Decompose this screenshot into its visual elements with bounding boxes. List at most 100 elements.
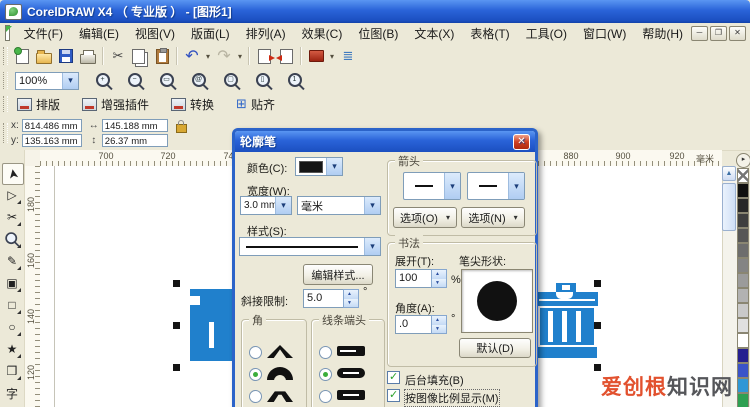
spin-down-icon[interactable]: [432, 324, 446, 333]
behind-fill-checkbox[interactable]: [387, 370, 400, 384]
toolbar-gripper[interactable]: [3, 72, 8, 89]
menu-item-4[interactable]: 排列(A): [238, 23, 294, 44]
color-swatch[interactable]: [737, 243, 749, 258]
convert-button[interactable]: 转换: [165, 94, 220, 115]
color-swatch[interactable]: [737, 273, 749, 288]
trash-can-object[interactable]: [536, 283, 598, 370]
paste-icon[interactable]: [151, 45, 173, 67]
lock-ratio-icon[interactable]: [175, 120, 187, 133]
scale-with-image-checkbox[interactable]: [387, 388, 400, 402]
color-swatch[interactable]: [737, 258, 749, 273]
restore-button[interactable]: ❐: [710, 25, 727, 41]
menu-item-0[interactable]: 文件(F): [16, 23, 71, 44]
menu-item-1[interactable]: 编辑(E): [71, 23, 127, 44]
color-swatch[interactable]: [737, 213, 749, 228]
export-icon[interactable]: [275, 45, 297, 67]
no-color-swatch[interactable]: [737, 168, 749, 183]
snap-button[interactable]: 贴齐: [230, 94, 281, 115]
chevron-down-icon[interactable]: [275, 197, 291, 214]
menu-item-11[interactable]: 帮助(H): [634, 23, 691, 44]
object-height-input[interactable]: 26.37 mm: [101, 134, 168, 147]
outline-color-combo[interactable]: [295, 157, 343, 176]
spin-up-icon[interactable]: [344, 290, 358, 299]
cap-round-radio[interactable]: [319, 368, 332, 381]
rectangle-tool[interactable]: □: [2, 295, 22, 315]
stretch-spinner[interactable]: 100: [395, 269, 447, 288]
palette-flyout-button[interactable]: [736, 153, 750, 168]
spin-down-icon[interactable]: [344, 298, 358, 307]
pagination-button[interactable]: 排版: [11, 94, 66, 115]
selection-handle[interactable]: [173, 364, 180, 371]
color-swatch[interactable]: [737, 393, 749, 407]
chevron-down-icon[interactable]: [444, 173, 460, 199]
x-coordinate-input[interactable]: 814.486 mm: [21, 119, 82, 132]
zoom-page-icon[interactable]: ▢: [221, 70, 243, 92]
copy-icon[interactable]: [129, 45, 151, 67]
print-icon[interactable]: [77, 45, 99, 67]
chevron-down-icon[interactable]: [62, 72, 78, 89]
zoom-level-combo[interactable]: 100%: [15, 71, 79, 90]
selected-object-left-part[interactable]: [188, 289, 232, 361]
menu-item-5[interactable]: 效果(C): [294, 23, 351, 44]
color-swatch[interactable]: [737, 288, 749, 303]
close-window-button[interactable]: ✕: [729, 25, 746, 41]
outline-width-combo[interactable]: 3.0 mm: [240, 196, 292, 215]
menu-item-2[interactable]: 视图(V): [127, 23, 183, 44]
scrollbar-thumb[interactable]: [722, 183, 736, 231]
selection-handle[interactable]: [173, 280, 180, 287]
color-swatch[interactable]: [737, 183, 749, 198]
polygon-tool[interactable]: ★: [2, 339, 22, 359]
line-style-combo[interactable]: [239, 237, 381, 256]
document-icon[interactable]: [5, 25, 12, 41]
menu-item-6[interactable]: 位图(B): [350, 23, 406, 44]
dialog-title-bar[interactable]: 轮廓笔 ✕: [235, 131, 535, 152]
object-width-input[interactable]: 145.188 mm: [101, 119, 168, 132]
cut-icon[interactable]: ✂: [107, 45, 129, 67]
crop-tool[interactable]: ✂: [2, 207, 22, 227]
chevron-down-icon[interactable]: [326, 158, 342, 175]
spin-up-icon[interactable]: [432, 316, 446, 325]
zoom-in-icon[interactable]: +: [93, 70, 115, 92]
end-arrow-options-button[interactable]: 选项(N): [461, 207, 525, 228]
spin-down-icon[interactable]: [432, 278, 446, 287]
smart-fill-tool[interactable]: ▣: [2, 273, 22, 293]
corner-bevel-radio[interactable]: [249, 390, 262, 403]
plugins-button[interactable]: 增强插件: [76, 94, 155, 115]
pick-tool[interactable]: ➤: [2, 163, 24, 185]
color-swatch[interactable]: [737, 363, 749, 378]
corner-miter-radio[interactable]: [249, 346, 262, 359]
toolbar-gripper[interactable]: [3, 122, 8, 144]
toolbar-gripper[interactable]: [3, 46, 8, 66]
app-launcher-icon[interactable]: [305, 45, 327, 67]
miter-limit-value[interactable]: 5.0: [303, 289, 343, 308]
text-tool[interactable]: 字: [2, 383, 22, 403]
shape-tool[interactable]: ▷: [2, 185, 22, 205]
selection-handle[interactable]: [594, 322, 601, 329]
dialog-close-button[interactable]: ✕: [513, 133, 530, 150]
zoom-out-icon[interactable]: −: [125, 70, 147, 92]
color-swatch[interactable]: [737, 378, 749, 393]
angle-spinner[interactable]: .0: [395, 315, 447, 334]
basic-shapes-tool[interactable]: ❒: [2, 361, 22, 381]
freehand-tool[interactable]: ✎: [2, 251, 22, 271]
miter-limit-spinner[interactable]: 5.0: [303, 289, 359, 308]
angle-value[interactable]: .0: [395, 315, 431, 334]
color-swatch[interactable]: [737, 318, 749, 333]
toolbar-gripper[interactable]: [3, 95, 8, 113]
title-bar[interactable]: CorelDRAW X4 （ 专业版 ） - [图形1]: [0, 0, 750, 23]
color-swatch[interactable]: [737, 228, 749, 243]
selection-handle[interactable]: [173, 322, 180, 329]
save-icon[interactable]: [55, 45, 77, 67]
chevron-down-icon[interactable]: [364, 238, 380, 255]
color-swatch[interactable]: [737, 303, 749, 318]
cap-butt-radio[interactable]: [319, 346, 332, 359]
import-icon[interactable]: [253, 45, 275, 67]
undo-icon[interactable]: ↶: [181, 45, 203, 67]
selection-handle[interactable]: [594, 364, 601, 371]
selection-handle[interactable]: [594, 280, 601, 287]
welcome-screen-icon[interactable]: ≣: [337, 45, 359, 67]
color-swatch[interactable]: [737, 333, 749, 348]
zoom-all-objects-icon[interactable]: @: [189, 70, 211, 92]
stretch-value[interactable]: 100: [395, 269, 431, 288]
ellipse-tool[interactable]: ○: [2, 317, 22, 337]
